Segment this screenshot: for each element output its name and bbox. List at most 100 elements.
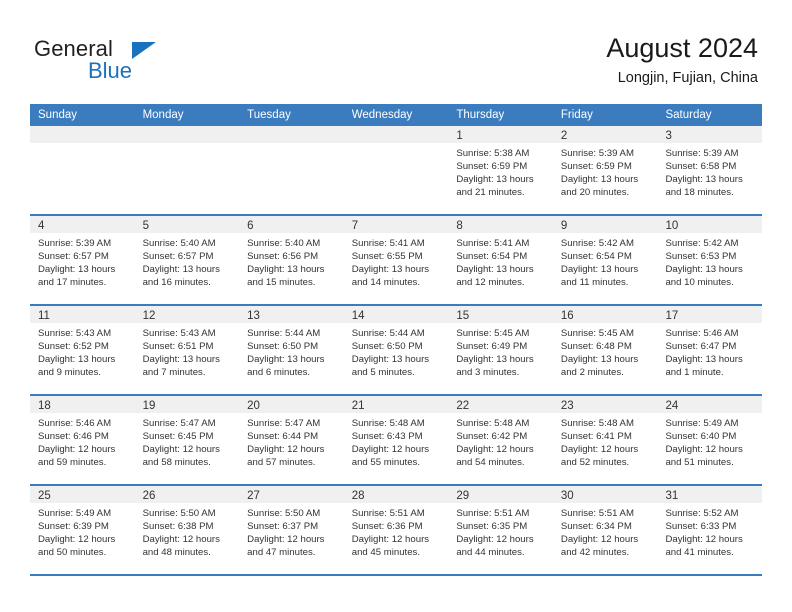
day-number-band: 31 xyxy=(657,486,763,503)
sunrise-text: Sunrise: 5:38 AM xyxy=(456,148,530,159)
calendar-day-cell[interactable]: 14 Sunrise: 5:44 AM Sunset: 6:50 PM Dayligh… xyxy=(343,306,449,394)
calendar-day-cell[interactable]: 16 Sunrise: 5:45 AM Sunset: 6:48 PM Dayligh… xyxy=(552,306,658,394)
calendar-day-cell[interactable]: 9 Sunrise: 5:42 AM Sunset: 6:54 PM Daylight… xyxy=(552,216,658,304)
calendar-day-cell[interactable]: 30 Sunrise: 5:51 AM Sunset: 6:34 PM Dayligh… xyxy=(552,486,658,574)
daylight-text-line1: Daylight: 13 hours xyxy=(247,354,325,366)
day-number: 22 xyxy=(456,400,470,412)
calendar-day-cell[interactable]: 3 Sunrise: 5:39 AM Sunset: 6:58 PM Daylight… xyxy=(657,126,763,214)
day-sun-info: Sunrise: 5:42 AM Sunset: 6:53 PM Daylight:… xyxy=(657,233,762,289)
calendar-day-cell[interactable]: 19 Sunrise: 5:47 AM Sunset: 6:45 PM Dayligh… xyxy=(134,396,240,484)
calendar-day-cell[interactable]: 6 Sunrise: 5:40 AM Sunset: 6:56 PM Daylight… xyxy=(239,216,344,304)
sunrise-text: Sunrise: 5:44 AM xyxy=(351,328,425,339)
day-sun-info: Sunrise: 5:51 AM Sunset: 6:36 PM Daylight:… xyxy=(344,503,449,559)
daylight-text-line1: Daylight: 13 hours xyxy=(247,264,325,276)
calendar-day-cell[interactable]: 24 Sunrise: 5:49 AM Sunset: 6:40 PM Dayligh… xyxy=(657,396,763,484)
day-sun-info: Sunrise: 5:39 AM Sunset: 6:59 PM Daylight:… xyxy=(553,143,658,199)
page-subtitle: Longjin, Fujian, China xyxy=(617,70,758,86)
day-number: 5 xyxy=(142,220,149,232)
calendar-day-cell[interactable]: 13 Sunrise: 5:44 AM Sunset: 6:50 PM Dayligh… xyxy=(239,306,344,394)
daylight-text-line1: Daylight: 12 hours xyxy=(456,444,534,456)
sunrise-text: Sunrise: 5:47 AM xyxy=(142,418,216,429)
day-number: 19 xyxy=(142,400,156,412)
day-sun-info: Sunrise: 5:39 AM Sunset: 6:58 PM Daylight:… xyxy=(657,143,762,199)
calendar-day-cell[interactable]: 12 Sunrise: 5:43 AM Sunset: 6:51 PM Dayligh… xyxy=(134,306,240,394)
day-number: 29 xyxy=(456,490,470,502)
day-number: 20 xyxy=(247,400,260,412)
sunset-text: Sunset: 6:50 PM xyxy=(247,341,319,353)
sunrise-text: Sunrise: 5:39 AM xyxy=(38,238,112,249)
day-number-band xyxy=(30,126,135,143)
day-number-band: 28 xyxy=(343,486,449,503)
calendar-week-row: 11 Sunrise: 5:43 AM Sunset: 6:52 PM Dayligh… xyxy=(30,306,763,396)
calendar-day-cell[interactable]: 7 Sunrise: 5:41 AM Sunset: 6:55 PM Daylight… xyxy=(343,216,449,304)
brand-logo[interactable]: General Blue xyxy=(34,36,264,88)
day-sun-info: Sunrise: 5:50 AM Sunset: 6:38 PM Daylight:… xyxy=(135,503,240,559)
calendar-day-cell[interactable]: 29 Sunrise: 5:51 AM Sunset: 6:35 PM Dayligh… xyxy=(448,486,553,574)
sunrise-text: Sunrise: 5:50 AM xyxy=(142,508,216,519)
sunset-text: Sunset: 6:38 PM xyxy=(142,521,214,533)
sunrise-text: Sunrise: 5:48 AM xyxy=(351,418,425,429)
sunrise-text: Sunrise: 5:46 AM xyxy=(665,328,739,339)
calendar-day-cell[interactable]: 17 Sunrise: 5:46 AM Sunset: 6:47 PM Dayligh… xyxy=(657,306,763,394)
day-number-band: 22 xyxy=(448,396,553,413)
daylight-text-line1: Daylight: 13 hours xyxy=(560,354,639,366)
calendar-day-cell[interactable]: 11 Sunrise: 5:43 AM Sunset: 6:52 PM Dayligh… xyxy=(30,306,135,394)
calendar-day-cell[interactable]: 25 Sunrise: 5:49 AM Sunset: 6:39 PM Dayligh… xyxy=(30,486,135,574)
calendar-day-cell[interactable]: 21 Sunrise: 5:48 AM Sunset: 6:43 PM Dayligh… xyxy=(343,396,449,484)
daylight-text-line2: and 57 minutes. xyxy=(247,457,316,469)
sunset-text: Sunset: 6:44 PM xyxy=(247,431,319,443)
calendar-day-empty xyxy=(343,126,449,214)
calendar-day-cell[interactable]: 27 Sunrise: 5:50 AM Sunset: 6:37 PM Dayligh… xyxy=(239,486,344,574)
day-sun-info: Sunrise: 5:48 AM Sunset: 6:43 PM Daylight:… xyxy=(344,413,449,469)
calendar-day-cell[interactable]: 22 Sunrise: 5:48 AM Sunset: 6:42 PM Dayligh… xyxy=(448,396,553,484)
calendar-day-cell[interactable]: 4 Sunrise: 5:39 AM Sunset: 6:57 PM Daylight… xyxy=(30,216,135,304)
day-number-band: 23 xyxy=(552,396,658,413)
calendar-day-cell[interactable]: 18 Sunrise: 5:46 AM Sunset: 6:46 PM Dayligh… xyxy=(30,396,135,484)
sunrise-text: Sunrise: 5:39 AM xyxy=(665,148,739,159)
calendar-day-cell[interactable]: 1 Sunrise: 5:38 AM Sunset: 6:59 PM Daylight… xyxy=(448,126,553,214)
calendar-day-cell[interactable]: 28 Sunrise: 5:51 AM Sunset: 6:36 PM Dayligh… xyxy=(343,486,449,574)
sunset-text: Sunset: 6:52 PM xyxy=(38,341,109,353)
sunset-text: Sunset: 6:36 PM xyxy=(351,521,423,533)
daylight-text-line2: and 44 minutes. xyxy=(456,547,525,559)
daylight-text-line1: Daylight: 13 hours xyxy=(560,264,639,276)
sunset-text: Sunset: 6:37 PM xyxy=(247,521,319,533)
calendar-day-cell[interactable]: 20 Sunrise: 5:47 AM Sunset: 6:44 PM Dayligh… xyxy=(239,396,344,484)
calendar-day-cell[interactable]: 5 Sunrise: 5:40 AM Sunset: 6:57 PM Daylight… xyxy=(134,216,240,304)
day-number-band: 26 xyxy=(134,486,240,503)
sunset-text: Sunset: 6:48 PM xyxy=(560,341,632,353)
day-sun-info: Sunrise: 5:47 AM Sunset: 6:45 PM Daylight:… xyxy=(135,413,240,469)
calendar-day-cell[interactable]: 23 Sunrise: 5:48 AM Sunset: 6:41 PM Dayligh… xyxy=(552,396,658,484)
calendar-day-cell[interactable]: 10 Sunrise: 5:42 AM Sunset: 6:53 PM Dayligh… xyxy=(657,216,763,304)
calendar-day-cell[interactable]: 8 Sunrise: 5:41 AM Sunset: 6:54 PM Daylight… xyxy=(448,216,553,304)
calendar-day-cell[interactable]: 31 Sunrise: 5:52 AM Sunset: 6:33 PM Dayligh… xyxy=(657,486,763,574)
sunset-text: Sunset: 6:54 PM xyxy=(456,251,528,263)
day-number: 3 xyxy=(665,130,672,142)
day-sun-info: Sunrise: 5:44 AM Sunset: 6:50 PM Daylight:… xyxy=(239,323,344,379)
day-sun-info: Sunrise: 5:48 AM Sunset: 6:42 PM Daylight:… xyxy=(448,413,553,469)
daylight-text-line1: Daylight: 13 hours xyxy=(456,264,534,276)
calendar-day-cell[interactable]: 15 Sunrise: 5:45 AM Sunset: 6:49 PM Dayligh… xyxy=(448,306,553,394)
sunset-text: Sunset: 6:55 PM xyxy=(351,251,423,263)
daylight-text-line1: Daylight: 12 hours xyxy=(142,534,220,546)
daylight-text-line1: Daylight: 12 hours xyxy=(247,444,325,456)
sunrise-text: Sunrise: 5:42 AM xyxy=(665,238,739,249)
calendar-day-cell[interactable]: 26 Sunrise: 5:50 AM Sunset: 6:38 PM Dayligh… xyxy=(134,486,240,574)
calendar-day-cell[interactable]: 2 Sunrise: 5:39 AM Sunset: 6:59 PM Daylight… xyxy=(552,126,658,214)
day-number: 25 xyxy=(38,490,51,502)
sunrise-text: Sunrise: 5:48 AM xyxy=(560,418,634,429)
sunset-text: Sunset: 6:42 PM xyxy=(456,431,528,443)
day-number-band: 1 xyxy=(448,126,553,143)
sunrise-text: Sunrise: 5:49 AM xyxy=(665,418,739,429)
day-number-band: 21 xyxy=(343,396,449,413)
sunrise-text: Sunrise: 5:45 AM xyxy=(456,328,530,339)
day-sun-info xyxy=(344,143,449,147)
day-sun-info: Sunrise: 5:41 AM Sunset: 6:54 PM Daylight:… xyxy=(448,233,553,289)
calendar-page: General Blue August 2024 Longjin, Fujian… xyxy=(0,0,792,612)
sunrise-text: Sunrise: 5:47 AM xyxy=(247,418,321,429)
day-number: 31 xyxy=(665,490,679,502)
day-sun-info: Sunrise: 5:40 AM Sunset: 6:56 PM Daylight:… xyxy=(239,233,344,289)
day-sun-info: Sunrise: 5:48 AM Sunset: 6:41 PM Daylight:… xyxy=(553,413,658,469)
daylight-text-line2: and 41 minutes. xyxy=(665,547,734,559)
sunrise-text: Sunrise: 5:43 AM xyxy=(142,328,216,339)
